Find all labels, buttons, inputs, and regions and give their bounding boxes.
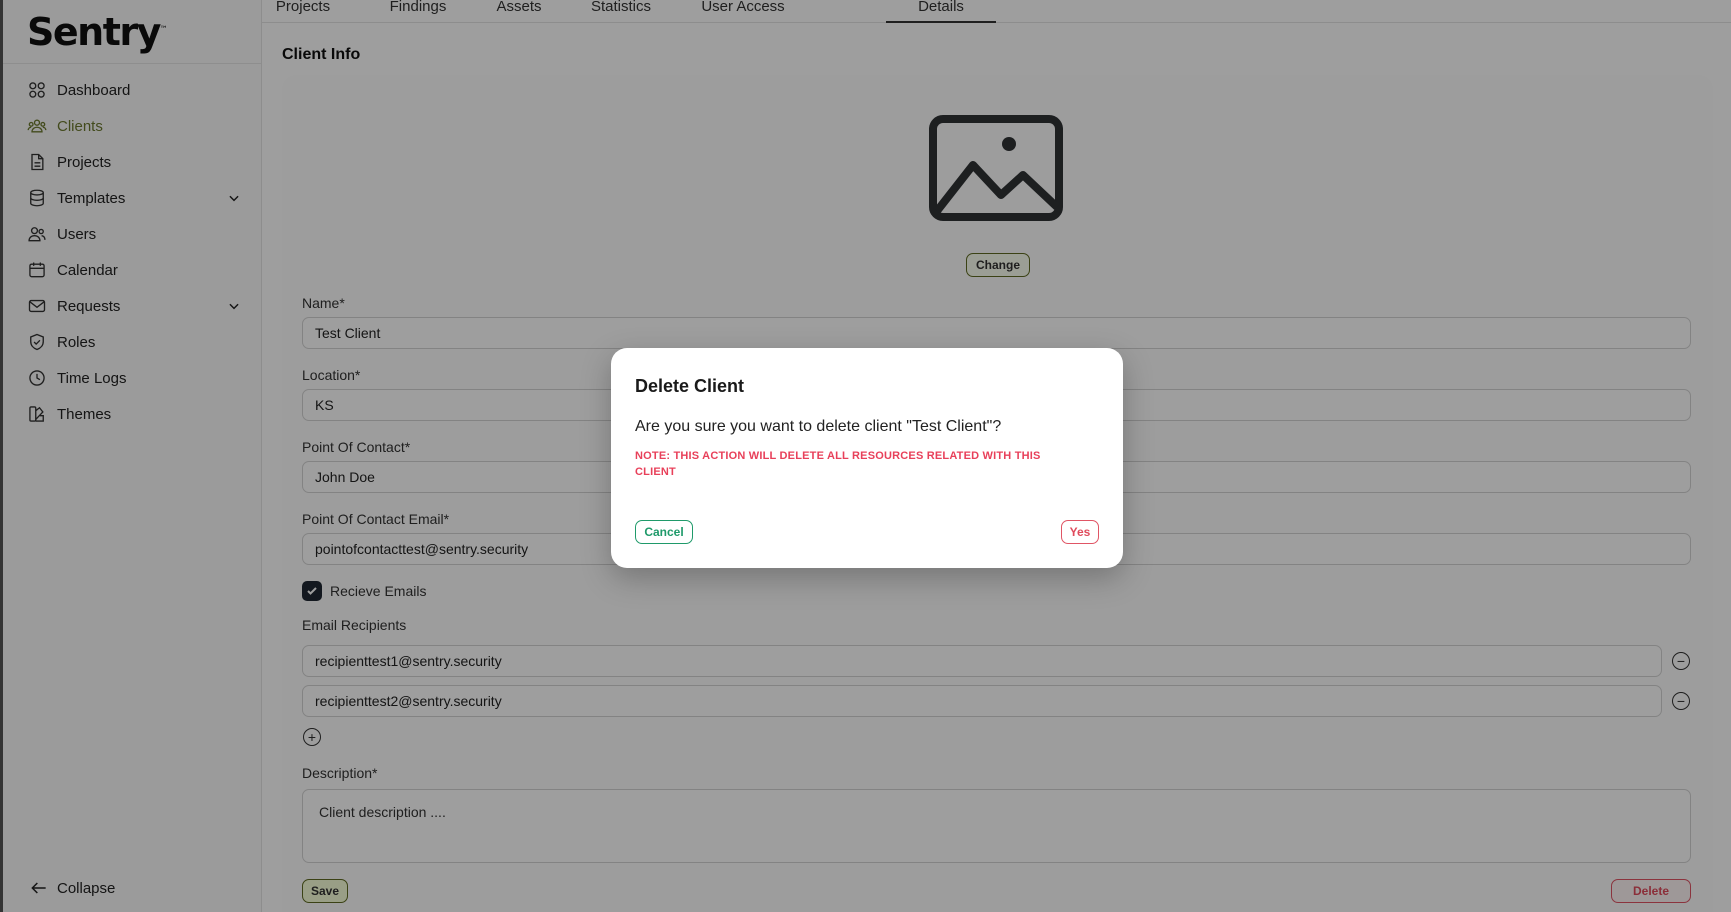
delete-client-dialog: Delete Client Are you sure you want to d… — [611, 348, 1123, 568]
app-root: Sentry™ Dashboard Clients Projects Templ… — [0, 0, 1731, 912]
dialog-warning-note: NOTE: THIS ACTION WILL DELETE ALL RESOUR… — [635, 450, 1041, 478]
cancel-button[interactable]: Cancel — [635, 520, 693, 544]
confirm-delete-button[interactable]: Yes — [1061, 520, 1099, 544]
dialog-title: Delete Client — [635, 376, 745, 396]
dialog-message: Are you sure you want to delete client "… — [635, 418, 1002, 435]
